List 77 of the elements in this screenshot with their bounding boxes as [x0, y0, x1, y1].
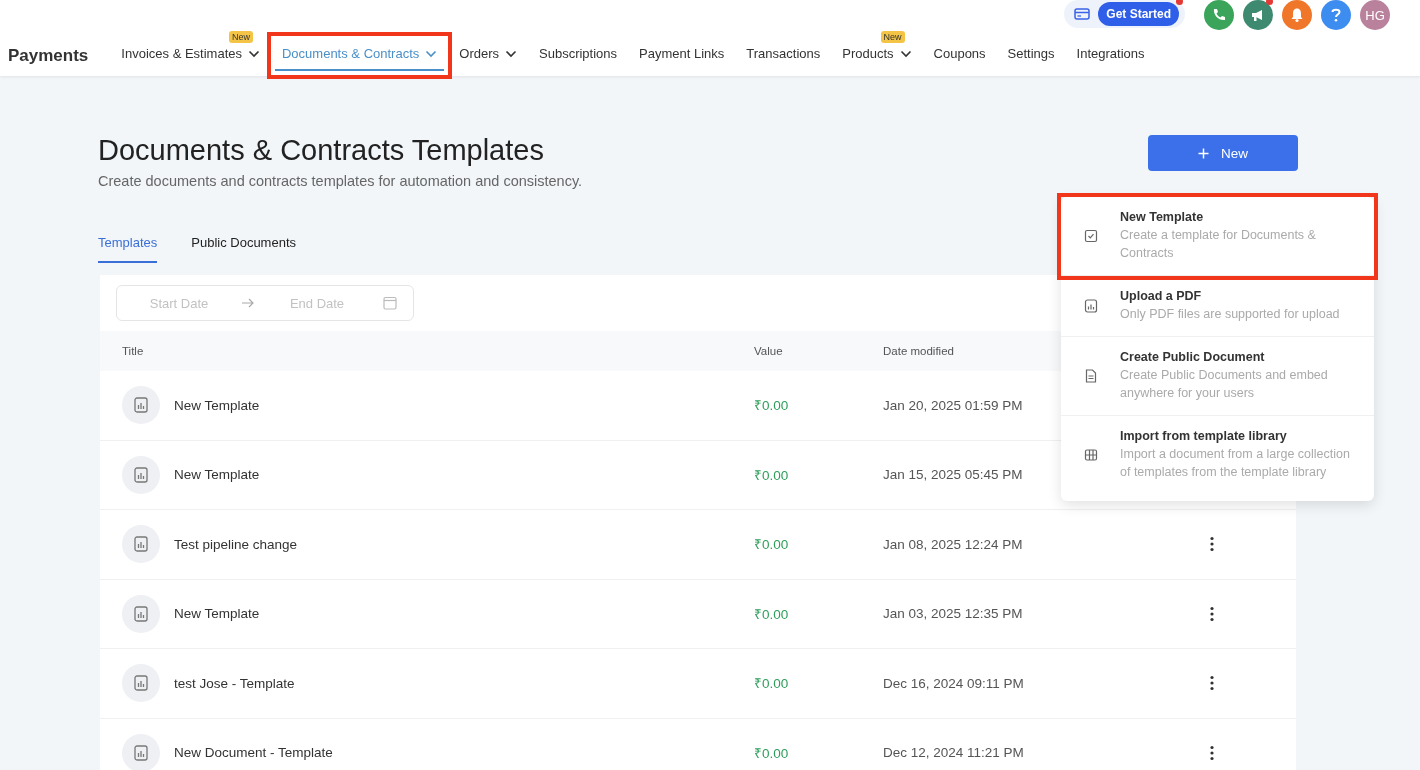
page-subtitle: Create documents and contracts templates for automation and consistency.: [98, 173, 583, 189]
template-title[interactable]: New Document - Template: [174, 745, 333, 761]
menu-item-description: Only PDF files are supported for upload: [1120, 306, 1341, 323]
app-title: Payments: [8, 45, 89, 66]
menu-item[interactable]: Upload a PDF Only PDF files are supported for upload: [1061, 276, 1374, 337]
template-title[interactable]: test Jose - Template: [174, 675, 295, 691]
page-title: Documents & Contracts Templates: [98, 134, 545, 167]
menu-item-title: New Template: [1120, 210, 1205, 224]
document-icon: [1084, 369, 1098, 383]
table-cell-text: ₹0.00: [754, 675, 790, 693]
table-cell-text: ₹0.00: [754, 605, 790, 623]
menu-item-title: Upload a PDF: [1120, 289, 1203, 303]
nav-tab[interactable]: Coupons: [926, 40, 993, 71]
template-title[interactable]: New Template: [174, 606, 260, 622]
tab[interactable]: Public Documents: [191, 235, 297, 263]
grid-icon: [1084, 448, 1098, 462]
nav-tab[interactable]: Integrations: [1069, 40, 1152, 71]
table-cell-text: ₹0.00: [754, 744, 790, 762]
phone-button[interactable]: [1204, 0, 1234, 30]
menu-item-description: Create Public Documents and embed anywhere for your users: [1120, 367, 1329, 402]
document-icon: [122, 664, 160, 703]
table-cell: Jan 03, 2025 12:35 PM: [883, 606, 1023, 622]
table-cell: Jan 08, 2025 12:24 PM: [883, 536, 1023, 552]
notification-dot: [1266, 0, 1273, 5]
new-button[interactable]: New: [1148, 135, 1298, 171]
question-icon: [1330, 7, 1342, 23]
notifications-button[interactable]: [1282, 0, 1312, 30]
arrow-right-icon: [241, 298, 255, 308]
table-cell: Jan 20, 2025 01:59 PM: [883, 397, 1023, 413]
column-header: Date modified: [883, 345, 954, 357]
table-cell: Dec 16, 2024 09:11 PM: [883, 675, 1024, 691]
nav-tab[interactable]: Documents & Contracts: [275, 40, 445, 71]
announcement-button[interactable]: [1243, 0, 1273, 30]
start-date-field[interactable]: Start Date: [117, 294, 241, 312]
new-badge: New: [880, 31, 905, 43]
notification-dot: [1176, 0, 1183, 5]
plus-icon: [1198, 147, 1209, 159]
menu-item[interactable]: Create Public Document Create Public Documents and embed anywhere for your users: [1061, 337, 1374, 416]
get-started-button[interactable]: Get Started: [1098, 2, 1179, 26]
table-cell: Dec 12, 2024 11:21 PM: [883, 745, 1024, 761]
template-title[interactable]: Test pipeline change: [174, 536, 298, 552]
nav-tab[interactable]: Products: [835, 40, 919, 71]
document-icon: [122, 733, 160, 770]
document-icon: [122, 525, 160, 564]
document-icon: [122, 386, 160, 425]
menu-item-description: Import a document from a large collection of templates from the template library: [1120, 446, 1351, 481]
nav-tab[interactable]: Orders: [452, 40, 524, 71]
table-cell-text: ₹0.00: [754, 466, 790, 484]
bell-icon: [1289, 7, 1305, 23]
table-cell-text: ₹0.00: [754, 397, 790, 415]
calendar-icon: [383, 296, 397, 310]
nav-tab[interactable]: Invoices & Estimates: [114, 40, 267, 71]
menu-item-description: Create a template for Documents & Contracts: [1120, 227, 1317, 262]
column-header: Value: [754, 345, 784, 357]
card-icon: [1074, 8, 1091, 20]
document-icon: [122, 455, 160, 494]
menu-item[interactable]: New Template Create a template for Documents & Contracts: [1061, 197, 1374, 276]
nav-tab[interactable]: Transactions: [739, 40, 828, 71]
document-icon: [122, 594, 160, 633]
nav-tab[interactable]: Subscriptions: [532, 40, 625, 71]
phone-icon: [1211, 7, 1227, 23]
nav-tab[interactable]: Payment Links: [632, 40, 732, 71]
table-cell-text: ₹0.00: [754, 536, 790, 554]
nav-tab[interactable]: Settings: [1000, 40, 1062, 71]
menu-item[interactable]: Import from template library Import a document from a large collection of templates from the template library: [1061, 416, 1374, 501]
checked-document-icon: [1084, 229, 1098, 243]
tab[interactable]: Templates: [98, 235, 158, 263]
template-title[interactable]: New Template: [174, 397, 260, 413]
help-button[interactable]: [1321, 0, 1351, 30]
menu-item-title: Import from template library: [1120, 429, 1288, 443]
template-title[interactable]: New Template: [174, 467, 260, 483]
end-date-field[interactable]: End Date: [255, 294, 379, 312]
table-cell: Jan 15, 2025 05:45 PM: [883, 467, 1023, 483]
menu-item-title: Create Public Document: [1120, 350, 1266, 364]
chart-document-icon: [1084, 299, 1098, 313]
column-header: Title: [121, 345, 145, 357]
new-badge: New: [228, 31, 253, 43]
